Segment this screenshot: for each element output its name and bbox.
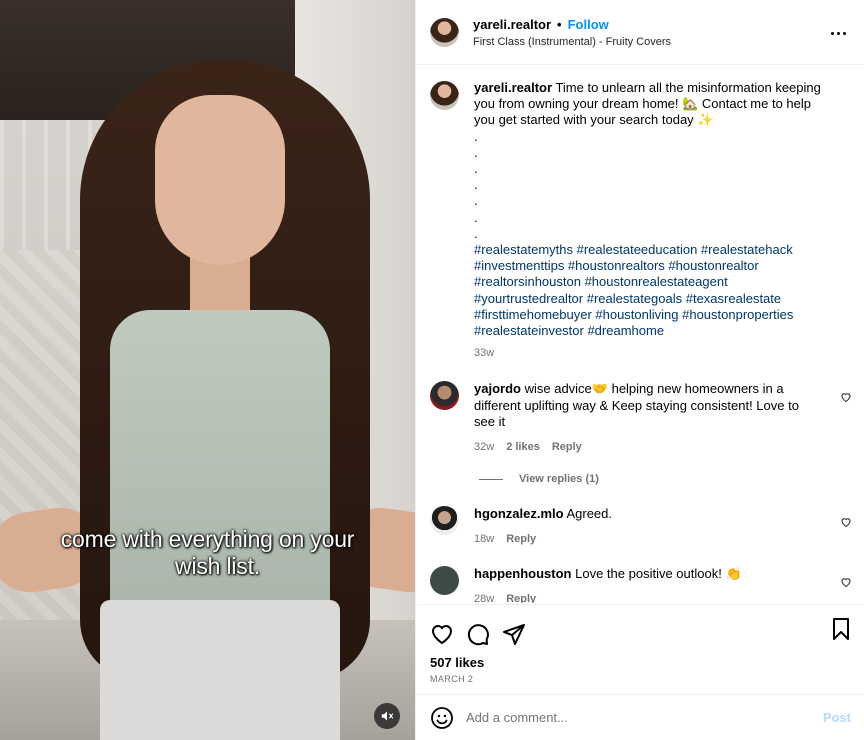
comment-input[interactable] [466,710,796,725]
video-caption: come with everything on your wish list. [0,526,415,580]
comment-text: wise advice🤝 helping new homeowners in a… [474,381,799,430]
post-header: yareli.realtor • Follow First Class (Ins… [416,0,864,65]
more-options-button[interactable] [828,23,848,43]
reply-button[interactable]: Reply [506,591,536,603]
speaker-muted-icon [381,711,394,721]
presenter [0,40,415,740]
caption-dot-5: . [474,193,478,209]
header-separator: • [557,16,562,32]
reply-button[interactable]: Reply [506,531,536,548]
comment-like-icon[interactable] [840,516,852,528]
caption-username[interactable]: yareli.realtor [474,80,552,95]
comment-like-icon[interactable] [840,391,852,403]
caption-dot-3: . [474,161,478,177]
comment: yajordo wise advice🤝 helping new homeown… [416,381,864,455]
post-caption: yareli.realtor Time to unlearn all the m… [416,65,864,361]
bookmark-icon[interactable] [829,617,853,641]
comment: hgonzalez.mlo Agreed. 18w Reply [416,506,864,547]
heart-icon[interactable] [430,622,454,646]
comment-time[interactable]: 32w [474,439,494,456]
view-replies-button[interactable]: View replies (1) [416,473,864,485]
video-player[interactable]: come with everything on your wish list. [0,0,415,740]
comment-username[interactable]: hgonzalez.mlo [474,506,564,521]
caption-time[interactable]: 33w [474,345,834,361]
header-username[interactable]: yareli.realtor [473,17,551,32]
comments-scroll-area[interactable]: yareli.realtor Time to unlearn all the m… [416,65,864,603]
avatar[interactable] [430,566,459,596]
audio-track[interactable]: First Class (Instrumental) - Fruity Cove… [473,36,671,48]
avatar[interactable] [430,17,459,47]
caption-hashtags[interactable]: #realestatemyths #realestateeducation #r… [474,242,834,339]
comment-icon[interactable] [466,622,490,646]
emoji-icon[interactable] [430,706,454,730]
comment-text: Love the positive outlook! 👏 [575,566,742,582]
mute-button[interactable] [374,703,400,729]
video-caption-line-2: wish list. [175,553,260,579]
caption-dot-2: . [474,144,478,160]
comment-username[interactable]: yajordo [474,381,521,396]
comment-time[interactable]: 28w [474,591,494,603]
post-sidebar: yareli.realtor • Follow First Class (Ins… [415,0,864,740]
divider [479,478,503,480]
avatar[interactable] [430,381,459,411]
comment-text: Agreed. [566,506,613,522]
comment-username[interactable]: happenhouston [474,566,572,581]
reply-button[interactable]: Reply [552,439,582,456]
more-options-icon [830,31,834,35]
likes-count[interactable]: 507 likes [416,655,864,670]
view-replies-label[interactable]: View replies (1) [519,473,599,485]
post-actions: 507 likes MARCH 2 [416,604,864,684]
comment: happenhouston Love the positive outlook!… [416,566,864,603]
avatar[interactable] [430,506,459,536]
share-icon[interactable] [502,622,526,646]
follow-button[interactable]: Follow [568,17,609,32]
instagram-post-viewer: come with everything on your wish list. … [0,0,864,740]
avatar[interactable] [430,81,459,110]
presenter-face [155,95,285,265]
add-comment-bar: Post [416,694,864,740]
comment-like-icon[interactable] [840,576,852,588]
caption-dot-1: . [474,128,478,144]
comment-likes[interactable]: 2 likes [506,439,540,456]
comment-time[interactable]: 18w [474,531,494,548]
caption-dot-7: . [474,225,478,241]
post-comment-button[interactable]: Post [823,710,851,725]
caption-dot-4: . [474,177,478,193]
presenter-pants [100,600,340,740]
video-caption-line-1: come with everything on your [60,526,355,552]
caption-dot-6: . [474,209,478,225]
post-date[interactable]: MARCH 2 [416,674,864,684]
